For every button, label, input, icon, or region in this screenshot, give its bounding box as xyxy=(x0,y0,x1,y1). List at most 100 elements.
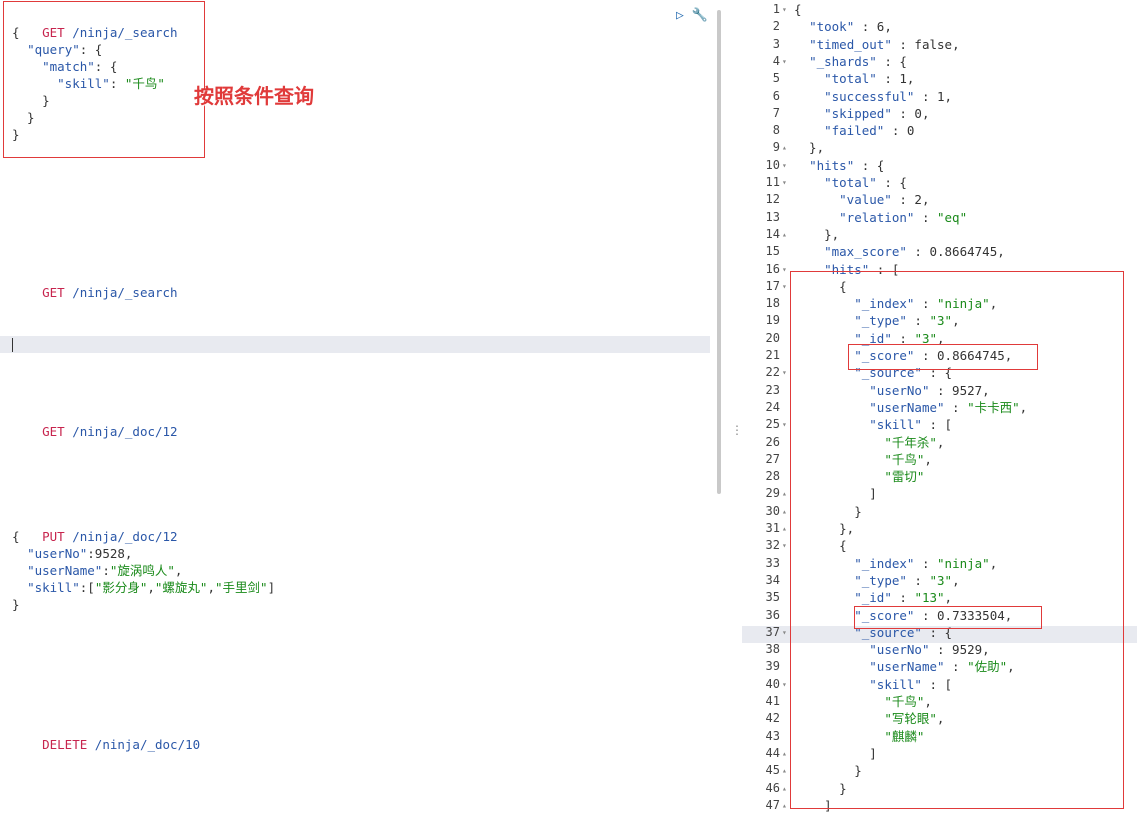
fold-toggle-icon[interactable]: ▾ xyxy=(782,261,790,278)
editor-scrollbar[interactable] xyxy=(717,10,721,494)
play-icon[interactable]: ▷ xyxy=(676,8,684,23)
code-line[interactable]: } xyxy=(12,596,20,613)
line-number: 40 xyxy=(765,676,780,691)
fold-toggle-icon[interactable]: ▾ xyxy=(782,537,790,554)
line-number: 32 xyxy=(765,538,780,553)
line-number: 44 xyxy=(765,745,780,760)
fold-toggle-icon[interactable]: ▴ xyxy=(782,485,790,502)
fold-toggle-icon[interactable]: ▴ xyxy=(782,503,790,520)
highlight-box-score-2 xyxy=(854,606,1042,629)
line-number: 17 xyxy=(765,278,780,293)
line-number: 41 xyxy=(765,694,780,708)
response-line: "_shards" : { xyxy=(809,53,907,69)
fold-toggle-icon[interactable]: ▴ xyxy=(782,797,790,814)
fold-toggle-icon[interactable]: ▴ xyxy=(782,139,790,156)
fold-toggle-icon[interactable]: ▴ xyxy=(782,745,790,762)
line-number: 18 xyxy=(765,296,780,311)
fold-toggle-icon[interactable]: ▴ xyxy=(782,520,790,537)
line-number: 46 xyxy=(765,780,780,795)
line-number: 42 xyxy=(765,711,780,726)
line-number: 19 xyxy=(765,313,780,328)
line-number: 26 xyxy=(765,434,780,449)
fold-toggle-icon[interactable]: ▴ xyxy=(782,226,790,243)
line-number: 37 xyxy=(765,624,780,639)
response-line: { xyxy=(794,2,802,17)
response-line: "hits" : { xyxy=(809,157,885,173)
response-viewer: 1 ▾{2 "took" : 6, 3 "timed_out" : false, 4 ▾… xyxy=(742,0,1137,817)
fold-toggle-icon[interactable]: ▾ xyxy=(782,278,790,295)
request-path: /ninja/_doc/10 xyxy=(94,737,201,752)
code-line[interactable]: "skill":["影分身","螺旋丸","手里剑"] xyxy=(12,579,275,596)
response-line: "relation" : "eq" xyxy=(839,209,968,225)
request-method: GET xyxy=(42,424,65,439)
fold-toggle-icon[interactable]: ▾ xyxy=(782,416,790,433)
response-line: "failed" : 0 xyxy=(824,123,915,139)
code-line[interactable]: { xyxy=(12,528,20,545)
line-number: 28 xyxy=(765,469,780,484)
request-method: DELETE xyxy=(42,737,88,752)
response-line: }, xyxy=(794,226,840,242)
line-number: 6 xyxy=(772,88,780,103)
code-line[interactable]: "userName":"旋涡鸣人", xyxy=(12,562,182,579)
fold-toggle-icon[interactable]: ▾ xyxy=(782,1,790,18)
drag-handle-icon[interactable]: ⋮ xyxy=(731,424,743,436)
line-number: 3 xyxy=(772,36,780,51)
line-number: 1 xyxy=(772,2,780,16)
fold-toggle-icon[interactable]: ▴ xyxy=(782,762,790,779)
line-number: 47 xyxy=(765,797,780,812)
line-number: 29 xyxy=(765,486,780,501)
line-number: 36 xyxy=(765,607,780,622)
response-line: }, xyxy=(794,140,825,156)
line-number: 9 xyxy=(772,140,780,155)
pane-divider[interactable]: ⋮ xyxy=(722,0,743,817)
request-method: PUT xyxy=(42,529,65,544)
line-number: 11 xyxy=(765,175,780,189)
fold-toggle-icon[interactable]: ▾ xyxy=(782,676,790,693)
fold-toggle-icon[interactable]: ▾ xyxy=(782,53,790,70)
line-number: 30 xyxy=(765,503,780,518)
code-line[interactable]: "userNo":9528, xyxy=(12,545,132,562)
request-line[interactable]: PUT /ninja/_doc/12 xyxy=(12,511,177,544)
line-number: 14 xyxy=(765,226,780,241)
response-line: "skipped" : 0, xyxy=(824,105,930,121)
response-line: "value" : 2, xyxy=(839,192,930,208)
line-number: 20 xyxy=(765,330,780,345)
response-line: "max_score" : 0.8664745, xyxy=(824,244,1005,260)
line-number: 15 xyxy=(765,244,780,259)
line-number: 39 xyxy=(765,659,780,674)
line-number: 5 xyxy=(772,71,780,86)
text-caret xyxy=(12,338,13,352)
request-line[interactable]: DELETE /ninja/_doc/10 xyxy=(12,719,200,752)
line-number: 4 xyxy=(772,53,780,68)
fold-toggle-icon[interactable]: ▾ xyxy=(782,364,790,381)
line-number: 13 xyxy=(765,209,780,224)
highlight-box-score-1 xyxy=(848,344,1038,370)
active-line-highlight xyxy=(0,336,710,353)
request-path: /ninja/_search xyxy=(72,285,178,300)
line-number: 43 xyxy=(765,728,780,743)
line-number: 21 xyxy=(765,348,780,362)
line-number: 23 xyxy=(765,382,780,397)
fold-toggle-icon[interactable]: ▾ xyxy=(782,157,790,174)
request-editor[interactable]: ▷ 🔧 GET /ninja/_search { "query": { "mat… xyxy=(0,0,722,817)
request-line[interactable]: GET /ninja/_search xyxy=(12,267,177,300)
response-line: "total" : { xyxy=(824,175,907,190)
fold-toggle-icon[interactable]: ▾ xyxy=(782,624,790,641)
request-actions: ▷ 🔧 xyxy=(676,8,708,23)
highlight-box-query xyxy=(3,1,205,158)
request-path: /ninja/_doc/12 xyxy=(72,529,178,544)
fold-toggle-icon[interactable]: ▾ xyxy=(782,174,790,191)
line-number: 27 xyxy=(765,451,780,466)
line-number: 25 xyxy=(765,417,780,432)
line-number: 38 xyxy=(765,642,780,657)
request-line[interactable]: GET /ninja/_doc/12 xyxy=(12,406,177,439)
response-line: "total" : 1, xyxy=(824,71,915,87)
wrench-icon[interactable]: 🔧 xyxy=(692,8,708,23)
fold-toggle-icon[interactable]: ▴ xyxy=(782,780,790,797)
response-line: "successful" : 1, xyxy=(824,88,953,104)
line-number: 34 xyxy=(765,572,780,587)
response-line: "timed_out" : false, xyxy=(809,36,960,52)
line-number: 16 xyxy=(765,261,780,276)
line-number: 45 xyxy=(765,763,780,778)
line-number: 24 xyxy=(765,399,780,414)
